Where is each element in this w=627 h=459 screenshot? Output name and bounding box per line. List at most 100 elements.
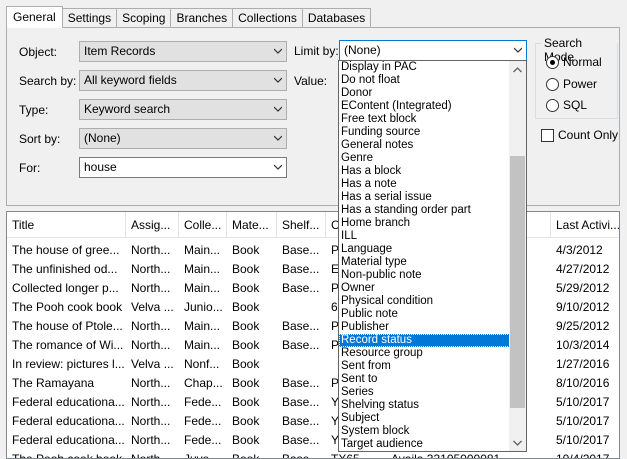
dropdown-option[interactable]: Material type	[339, 256, 510, 269]
search-by-label: Search by:	[19, 74, 77, 88]
table-row[interactable]: The romance of Wi... North... Main... Book B…	[7, 336, 619, 355]
dropdown-scrollbar[interactable]	[509, 61, 526, 451]
dropdown-option[interactable]: Display in PAC	[339, 61, 510, 74]
dropdown-option[interactable]: Sent from	[339, 360, 510, 373]
type-select[interactable]: Keyword search	[79, 99, 287, 120]
dropdown-option[interactable]: Target audience	[339, 438, 510, 451]
sort-by-select[interactable]: (None)	[79, 128, 287, 149]
scroll-up-button[interactable]	[509, 61, 526, 78]
chevron-down-icon	[514, 47, 522, 53]
dropdown-option[interactable]: Home branch	[339, 217, 510, 230]
table-row[interactable]: The Pooh cook book Velva ... Junio... Book 6…	[7, 298, 619, 317]
dropdown-option[interactable]: Funding source	[339, 126, 510, 139]
table-cell: Federal educationa...	[12, 433, 125, 447]
dropdown-option[interactable]: Sent to	[339, 373, 510, 386]
table-row[interactable]: The house of Ptole... North... Main... Book…	[7, 317, 619, 336]
table-row[interactable]: In review: pictures l... Velva ... Nonf...…	[7, 355, 619, 374]
table-cell: Book	[232, 395, 260, 409]
table-cell	[277, 298, 326, 317]
table-cell: In review: pictures l...	[12, 357, 125, 371]
limit-by-label: Limit by:	[294, 44, 339, 58]
tab-collections[interactable]: Collections	[232, 8, 303, 28]
dropdown-option[interactable]: Owner	[339, 282, 510, 295]
dropdown-option[interactable]: Language	[339, 243, 510, 256]
table-row[interactable]: The house of gree... North... Main... Book B…	[7, 241, 619, 260]
table-cell: Book	[232, 281, 260, 295]
table-cell: 5/29/2012	[556, 281, 610, 295]
table-cell: The romance of Wi...	[12, 338, 124, 352]
limit-by-value: (None)	[344, 43, 381, 57]
chevron-down-icon	[274, 164, 282, 170]
for-input[interactable]: house	[79, 157, 287, 178]
table-cell: Base...	[282, 338, 320, 352]
table-cell: Book	[232, 376, 260, 390]
table-row[interactable]: Collected longer p... North... Main... Book…	[7, 279, 619, 298]
dropdown-option[interactable]: General notes	[339, 139, 510, 152]
table-cell: Main...	[184, 338, 221, 352]
search-by-select[interactable]: All keyword fields	[79, 70, 287, 91]
dropdown-option[interactable]: Has a note	[339, 178, 510, 191]
col-header-shelf[interactable]: Shelf...	[277, 212, 326, 238]
table-cell: North...	[131, 281, 171, 295]
table-cell: 8/10/2016	[556, 376, 610, 390]
dropdown-option[interactable]: Has a serial issue	[339, 191, 510, 204]
table-cell: North...	[131, 452, 171, 459]
radio-normal[interactable]: Normal	[546, 54, 602, 70]
results-grid: Title Assig... Colle... Mate... Shelf...…	[6, 211, 620, 459]
dropdown-option[interactable]: EContent (Integrated)	[339, 100, 510, 113]
col-header-collection[interactable]: Colle...	[179, 212, 227, 238]
dropdown-option[interactable]: Record status	[339, 334, 510, 347]
dropdown-option[interactable]: Public note	[339, 308, 510, 321]
table-row[interactable]: Federal educationa... North... Fede... Book…	[7, 393, 619, 412]
tab-strip: General Settings Scoping Branches Collec…	[6, 6, 372, 28]
col-header-assigned[interactable]: Assig...	[126, 212, 179, 238]
dropdown-option[interactable]: Has a block	[339, 165, 510, 178]
table-cell: Main...	[184, 262, 221, 276]
dropdown-option[interactable]: Free text block	[339, 113, 510, 126]
dropdown-option[interactable]: ILL	[339, 230, 510, 243]
dropdown-option[interactable]: Resource group	[339, 347, 510, 360]
radio-power[interactable]: Power	[546, 76, 597, 92]
table-cell: Book	[232, 319, 260, 333]
table-cell: North...	[131, 338, 171, 352]
table-row[interactable]: The unfinished od... North... Main... Book B…	[7, 260, 619, 279]
tab-general[interactable]: General	[6, 6, 63, 28]
radio-sql[interactable]: SQL	[546, 97, 587, 113]
dropdown-option[interactable]: Physical condition	[339, 295, 510, 308]
scroll-thumb[interactable]	[510, 156, 525, 408]
dropdown-option[interactable]: Do not float	[339, 74, 510, 87]
col-header-last-activity[interactable]: Last Activi...	[551, 212, 619, 238]
for-value: house	[84, 160, 117, 174]
table-cell: North...	[131, 319, 171, 333]
dropdown-option[interactable]: Series	[339, 386, 510, 399]
tab-scoping[interactable]: Scoping	[116, 8, 172, 28]
count-only-checkbox[interactable]: Count Only	[541, 128, 618, 142]
table-row[interactable]: Federal educationa... North... Fede... Book…	[7, 412, 619, 431]
tab-settings[interactable]: Settings	[61, 8, 118, 28]
object-select[interactable]: Item Records	[79, 41, 287, 62]
dropdown-option[interactable]: Genre	[339, 152, 510, 165]
table-cell: Base...	[282, 319, 320, 333]
scroll-down-button[interactable]	[509, 434, 526, 451]
chevron-down-icon	[274, 106, 282, 112]
tab-branches[interactable]: Branches	[170, 8, 234, 28]
col-header-material[interactable]: Mate...	[227, 212, 277, 238]
table-row[interactable]: The RamayanaNorth...Chap...BookBase...P4…	[7, 374, 619, 393]
radio-normal-label: Normal	[563, 55, 602, 69]
dropdown-option[interactable]: Non-public note	[339, 269, 510, 282]
search-panel: Object: Item Records Search by: All keyw…	[6, 27, 620, 206]
tab-databases[interactable]: Databases	[301, 8, 372, 28]
dropdown-option[interactable]: Publisher	[339, 321, 510, 334]
limit-by-select[interactable]: (None)	[339, 40, 527, 61]
table-row[interactable]: The Pooh cook book North... Juve... Book Bas…	[7, 450, 619, 459]
dropdown-option[interactable]: Subject	[339, 412, 510, 425]
table-row[interactable]: Federal educationa... North... Fede... Book…	[7, 431, 619, 450]
table-cell: Book	[232, 300, 260, 314]
count-only-label: Count Only	[558, 128, 619, 142]
col-header-title[interactable]: Title	[7, 212, 126, 238]
dropdown-option[interactable]: System block	[339, 425, 510, 438]
table-cell: Base...	[282, 281, 320, 295]
dropdown-option[interactable]: Shelving status	[339, 399, 510, 412]
dropdown-option[interactable]: Has a standing order part	[339, 204, 510, 217]
dropdown-option[interactable]: Donor	[339, 87, 510, 100]
